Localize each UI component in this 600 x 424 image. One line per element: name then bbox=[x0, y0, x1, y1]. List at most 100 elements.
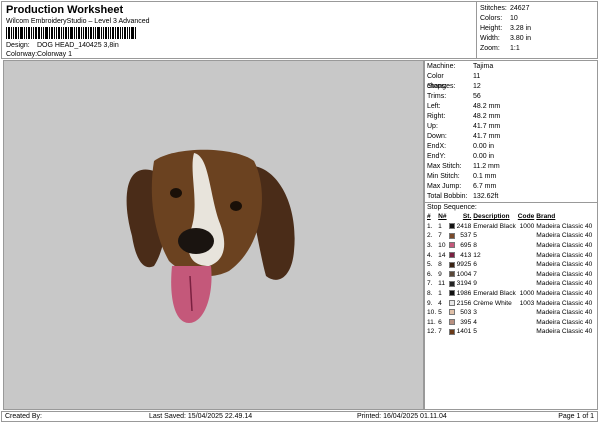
machine-value: 56 bbox=[473, 93, 481, 100]
machine-value: 48.2 mm bbox=[473, 113, 501, 120]
machine-value: 0.1 mm bbox=[473, 173, 497, 180]
table-row: 12. 7 1401 5 Madeira Classic 40 bbox=[426, 327, 593, 337]
stop-sequence-table: # N# St. Description Code Brand 1. 1 2418 Emeral… bbox=[426, 212, 593, 337]
machine-value: 6.7 mm bbox=[473, 183, 497, 190]
machine-label: Down: bbox=[427, 133, 447, 140]
table-row: 2. 7 537 5 Madeira Classic 40 bbox=[426, 231, 593, 241]
summary-row: Height: 3.28 in bbox=[480, 24, 596, 34]
swatch-cell bbox=[448, 279, 456, 289]
machine-label: Stops: bbox=[427, 83, 447, 90]
color-swatch bbox=[448, 242, 455, 249]
color-swatch bbox=[448, 223, 455, 230]
stop-index: 11. bbox=[427, 318, 436, 326]
brand: Madeira Classic 40 bbox=[536, 290, 593, 298]
swatch-cell bbox=[448, 289, 456, 299]
code bbox=[517, 327, 535, 337]
machine-value: 0.00 in bbox=[473, 143, 495, 150]
color-swatch bbox=[448, 290, 455, 297]
code bbox=[517, 279, 535, 289]
table-row: 1. 1 2418 Emerald Black 1000 Madeira Classic … bbox=[426, 222, 593, 232]
swatch-cell bbox=[448, 260, 456, 270]
machine-row: Down: 41.7 mm bbox=[425, 132, 597, 142]
brand: Madeira Classic 40 bbox=[536, 318, 593, 326]
stitch-count: 9925 bbox=[456, 261, 472, 269]
machine-label: Color changes: bbox=[427, 73, 456, 90]
table-row: 11. 6 395 4 Madeira Classic 40 bbox=[426, 318, 593, 328]
machine-value: 0.00 in bbox=[473, 153, 495, 160]
swatch-cell bbox=[448, 231, 456, 241]
machine-value: 11 bbox=[473, 73, 481, 80]
needle-number: 5 bbox=[438, 309, 442, 317]
machine-row: EndX: 0.00 in bbox=[425, 142, 597, 152]
design-line: Design: DOG HEAD_140425 3,8in bbox=[6, 42, 119, 49]
brand: Madeira Classic 40 bbox=[536, 242, 593, 250]
code bbox=[517, 308, 535, 318]
needle-number: 11 bbox=[438, 280, 446, 288]
swatch-cell bbox=[448, 327, 456, 337]
design-preview bbox=[3, 60, 424, 410]
color-swatch bbox=[448, 251, 455, 258]
stitch-count: 695 bbox=[460, 242, 472, 250]
machine-value: 41.7 mm bbox=[473, 133, 501, 140]
color-swatch bbox=[448, 328, 455, 335]
brand: Madeira Classic 40 bbox=[536, 261, 593, 269]
brand: Madeira Classic 40 bbox=[536, 309, 593, 317]
summary-value: 1:1 bbox=[510, 45, 520, 52]
description: Emerald Black bbox=[473, 290, 516, 298]
stop-index: 7. bbox=[427, 280, 433, 288]
machine-label: EndX: bbox=[427, 143, 447, 150]
column-header: Description bbox=[473, 213, 510, 221]
table-row: 10. 5 503 3 Madeira Classic 40 bbox=[426, 308, 593, 318]
machine-row: Up: 41.7 mm bbox=[425, 122, 597, 132]
machine-row: Min Stitch: 0.1 mm bbox=[425, 172, 597, 182]
stop-index: 5. bbox=[427, 261, 433, 269]
machine-stats: Machine: Tajima Color changes: 11 Stops: 12 Tr… bbox=[425, 61, 597, 202]
machine-row: Stops: 12 bbox=[425, 82, 597, 92]
color-swatch bbox=[448, 299, 455, 306]
software-name: Wilcom EmbroideryStudio – Level 3 Advanc… bbox=[6, 18, 150, 25]
machine-label: Total Bobbin: bbox=[427, 193, 468, 200]
description: 5 bbox=[473, 328, 477, 336]
stitch-count: 2156 bbox=[456, 299, 472, 307]
table-row: 4. 14 413 12 Madeira Classic 40 bbox=[426, 250, 593, 260]
column-header: # bbox=[427, 213, 431, 221]
summary-value: 10 bbox=[510, 15, 518, 22]
code bbox=[517, 270, 535, 280]
stats-panel: Machine: Tajima Color changes: 11 Stops: 12 Tr… bbox=[424, 60, 598, 410]
description: Crème White bbox=[473, 299, 512, 307]
brand: Madeira Classic 40 bbox=[536, 328, 593, 336]
table-row: 7. 11 3194 9 Madeira Classic 40 bbox=[426, 279, 593, 289]
machine-row: Max Stitch: 11.2 mm bbox=[425, 162, 597, 172]
summary-row: Stitches: 24627 bbox=[480, 4, 596, 14]
color-swatch bbox=[448, 319, 455, 326]
machine-label: Up: bbox=[427, 123, 438, 130]
table-row: 6. 9 1004 7 Madeira Classic 40 bbox=[426, 270, 593, 280]
machine-row: Right: 48.2 mm bbox=[425, 112, 597, 122]
dog-head-embroidery bbox=[126, 149, 295, 323]
page-title: Production Worksheet bbox=[6, 4, 124, 16]
swatch-cell bbox=[448, 298, 456, 308]
description: 12 bbox=[473, 251, 481, 259]
worksheet-header: Production Worksheet Wilcom EmbroiderySt… bbox=[1, 1, 598, 59]
description: 8 bbox=[473, 242, 477, 250]
table-row: 5. 8 9925 6 Madeira Classic 40 bbox=[426, 260, 593, 270]
design-summary: Stitches: 24627 Colors: 10 Height: 3.28 in Wid… bbox=[476, 2, 599, 58]
summary-row: Zoom: 1:1 bbox=[480, 44, 596, 54]
code bbox=[517, 231, 535, 241]
machine-label: Min Stitch: bbox=[427, 173, 460, 180]
machine-row: Max Jump: 6.7 mm bbox=[425, 182, 597, 192]
column-header: St. bbox=[462, 213, 472, 221]
needle-number: 6 bbox=[438, 318, 442, 326]
machine-row: Total Bobbin: 132.62ft bbox=[425, 192, 597, 202]
description: Emerald Black bbox=[473, 222, 516, 230]
code bbox=[517, 260, 535, 270]
printed-date: Printed: 16/04/2025 01.11.04 bbox=[357, 413, 447, 420]
description: 4 bbox=[473, 318, 477, 326]
swatch-cell bbox=[448, 222, 456, 232]
brand: Madeira Classic 40 bbox=[536, 270, 593, 278]
machine-row: Color changes: 11 bbox=[425, 72, 597, 90]
page-number: Page 1 of 1 bbox=[558, 413, 594, 420]
summary-value: 3.80 in bbox=[510, 35, 532, 42]
code bbox=[517, 250, 535, 260]
stop-index: 2. bbox=[427, 232, 433, 240]
